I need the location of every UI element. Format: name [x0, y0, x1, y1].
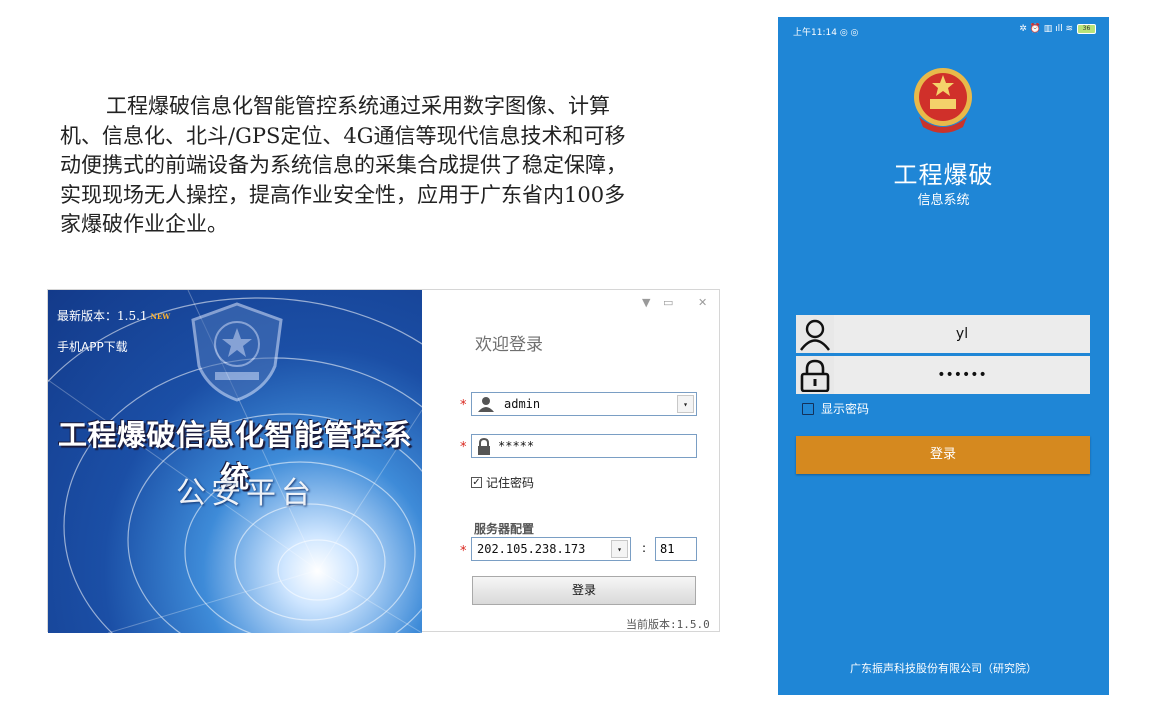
- company-footer: 广东振声科技股份有限公司（研究院）: [850, 662, 1037, 675]
- desktop-banner: 最新版本：1.5.1 NEW 手机APP下载 工程爆破信息化智能管控系统 公安平台: [48, 290, 422, 633]
- menu-icon[interactable]: ▼: [642, 296, 650, 309]
- server-ip-value: 202.105.238.173: [477, 542, 586, 556]
- status-time: 上午11:14 ◎ ◎: [793, 28, 859, 38]
- required-mark: *: [460, 398, 467, 413]
- server-config-label: 服务器配置: [474, 522, 535, 536]
- police-emblem-icon: [914, 68, 972, 133]
- mobile-password-value: ••••••: [937, 367, 987, 383]
- wifi-icon: ✲ ⏰ ▥ ıll ≋: [1019, 24, 1073, 34]
- user-icon: [796, 315, 834, 353]
- lock-icon: [796, 356, 834, 394]
- welcome-heading: 欢迎登录: [475, 335, 543, 355]
- chevron-down-icon[interactable]: ▾: [677, 395, 694, 413]
- mobile-login-screen: 上午11:14 ◎ ◎ ✲ ⏰ ▥ ıll ≋ 36 工程爆破 信息系统 yl: [778, 17, 1109, 695]
- police-emblem-icon: [191, 302, 283, 402]
- mobile-username-field[interactable]: yl: [796, 315, 1090, 353]
- server-ip-select[interactable]: 202.105.238.173 ▾: [471, 537, 631, 561]
- close-icon[interactable]: ✕: [698, 296, 707, 309]
- new-badge: NEW: [150, 312, 171, 321]
- show-password-toggle[interactable]: 显示密码: [802, 400, 869, 417]
- intro-paragraph: 工程爆破信息化智能管控系统通过采用数字图像、计算机、信息化、北斗/GPS定位、4…: [60, 94, 627, 236]
- required-mark: *: [460, 544, 467, 559]
- port-separator: :: [642, 541, 647, 555]
- remember-label: 记住密码: [486, 476, 535, 490]
- checkbox-icon[interactable]: [802, 402, 814, 415]
- mobile-password-field[interactable]: ••••••: [796, 356, 1090, 394]
- desktop-login-panel: ▼ ▭ ✕ 欢迎登录 * admin ▾ * ***** ✓ 记住密码 服务器配…: [422, 290, 719, 631]
- status-icons: ✲ ⏰ ▥ ıll ≋ 36: [1019, 24, 1096, 34]
- password-value: *****: [498, 439, 535, 453]
- show-password-label: 显示密码: [821, 402, 870, 416]
- chevron-down-icon[interactable]: ▾: [611, 540, 628, 558]
- minimize-icon[interactable]: ▭: [663, 296, 673, 309]
- current-version-label: 当前版本:1.5.0: [626, 618, 710, 631]
- username-value: admin: [504, 397, 541, 411]
- required-mark: *: [460, 440, 467, 455]
- latest-version-label: 最新版本：1.5.1 NEW: [57, 309, 171, 323]
- password-field[interactable]: *****: [471, 434, 697, 458]
- desktop-login-window: 最新版本：1.5.1 NEW 手机APP下载 工程爆破信息化智能管控系统 公安平台…: [47, 289, 720, 633]
- server-port-input[interactable]: 81: [655, 537, 697, 561]
- system-subtitle: 公安平台: [176, 476, 316, 511]
- mobile-login-button[interactable]: 登录: [796, 436, 1090, 474]
- username-select[interactable]: admin ▾: [471, 392, 697, 416]
- user-icon: [478, 397, 494, 412]
- lock-icon: [478, 438, 490, 455]
- battery-icon: 36: [1077, 24, 1096, 34]
- checkbox-icon[interactable]: ✓: [471, 477, 482, 488]
- mobile-app-title: 工程爆破: [893, 161, 994, 189]
- app-download-link[interactable]: 手机APP下载: [57, 338, 128, 355]
- desktop-login-button[interactable]: 登录: [472, 576, 696, 605]
- remember-password[interactable]: ✓ 记住密码: [471, 474, 534, 491]
- mobile-app-subtitle: 信息系统: [917, 193, 970, 208]
- mobile-username-value: yl: [955, 326, 969, 342]
